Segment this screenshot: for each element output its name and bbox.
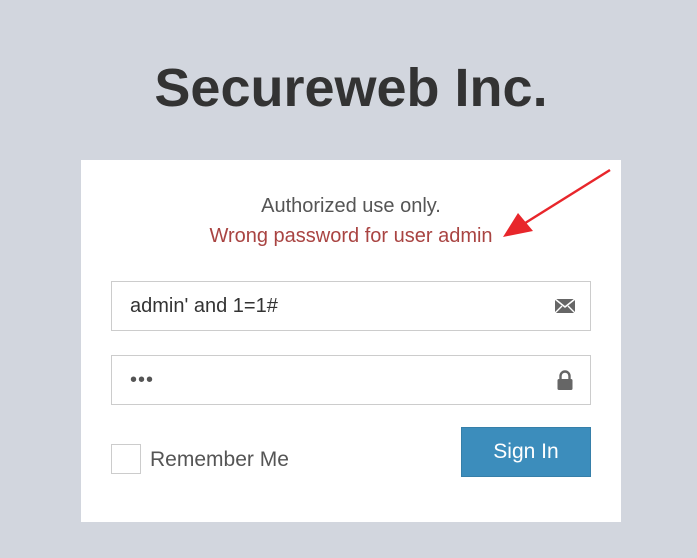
password-field[interactable]	[111, 355, 591, 405]
arrow-shaft	[521, 168, 611, 227]
username-input[interactable]	[112, 282, 550, 330]
remember-me[interactable]: Remember Me	[111, 444, 311, 476]
annotation-arrow	[503, 168, 611, 237]
arrow-head	[503, 213, 533, 237]
password-input[interactable]	[112, 356, 550, 404]
remember-me-label: Remember Me	[150, 448, 289, 471]
remember-me-checkbox[interactable]	[111, 444, 141, 474]
page-title: Secureweb Inc.	[154, 58, 548, 118]
lock-icon	[554, 370, 576, 390]
envelope-icon	[554, 296, 576, 316]
username-field[interactable]	[111, 281, 591, 331]
sign-in-button[interactable]: Sign In	[461, 427, 591, 477]
